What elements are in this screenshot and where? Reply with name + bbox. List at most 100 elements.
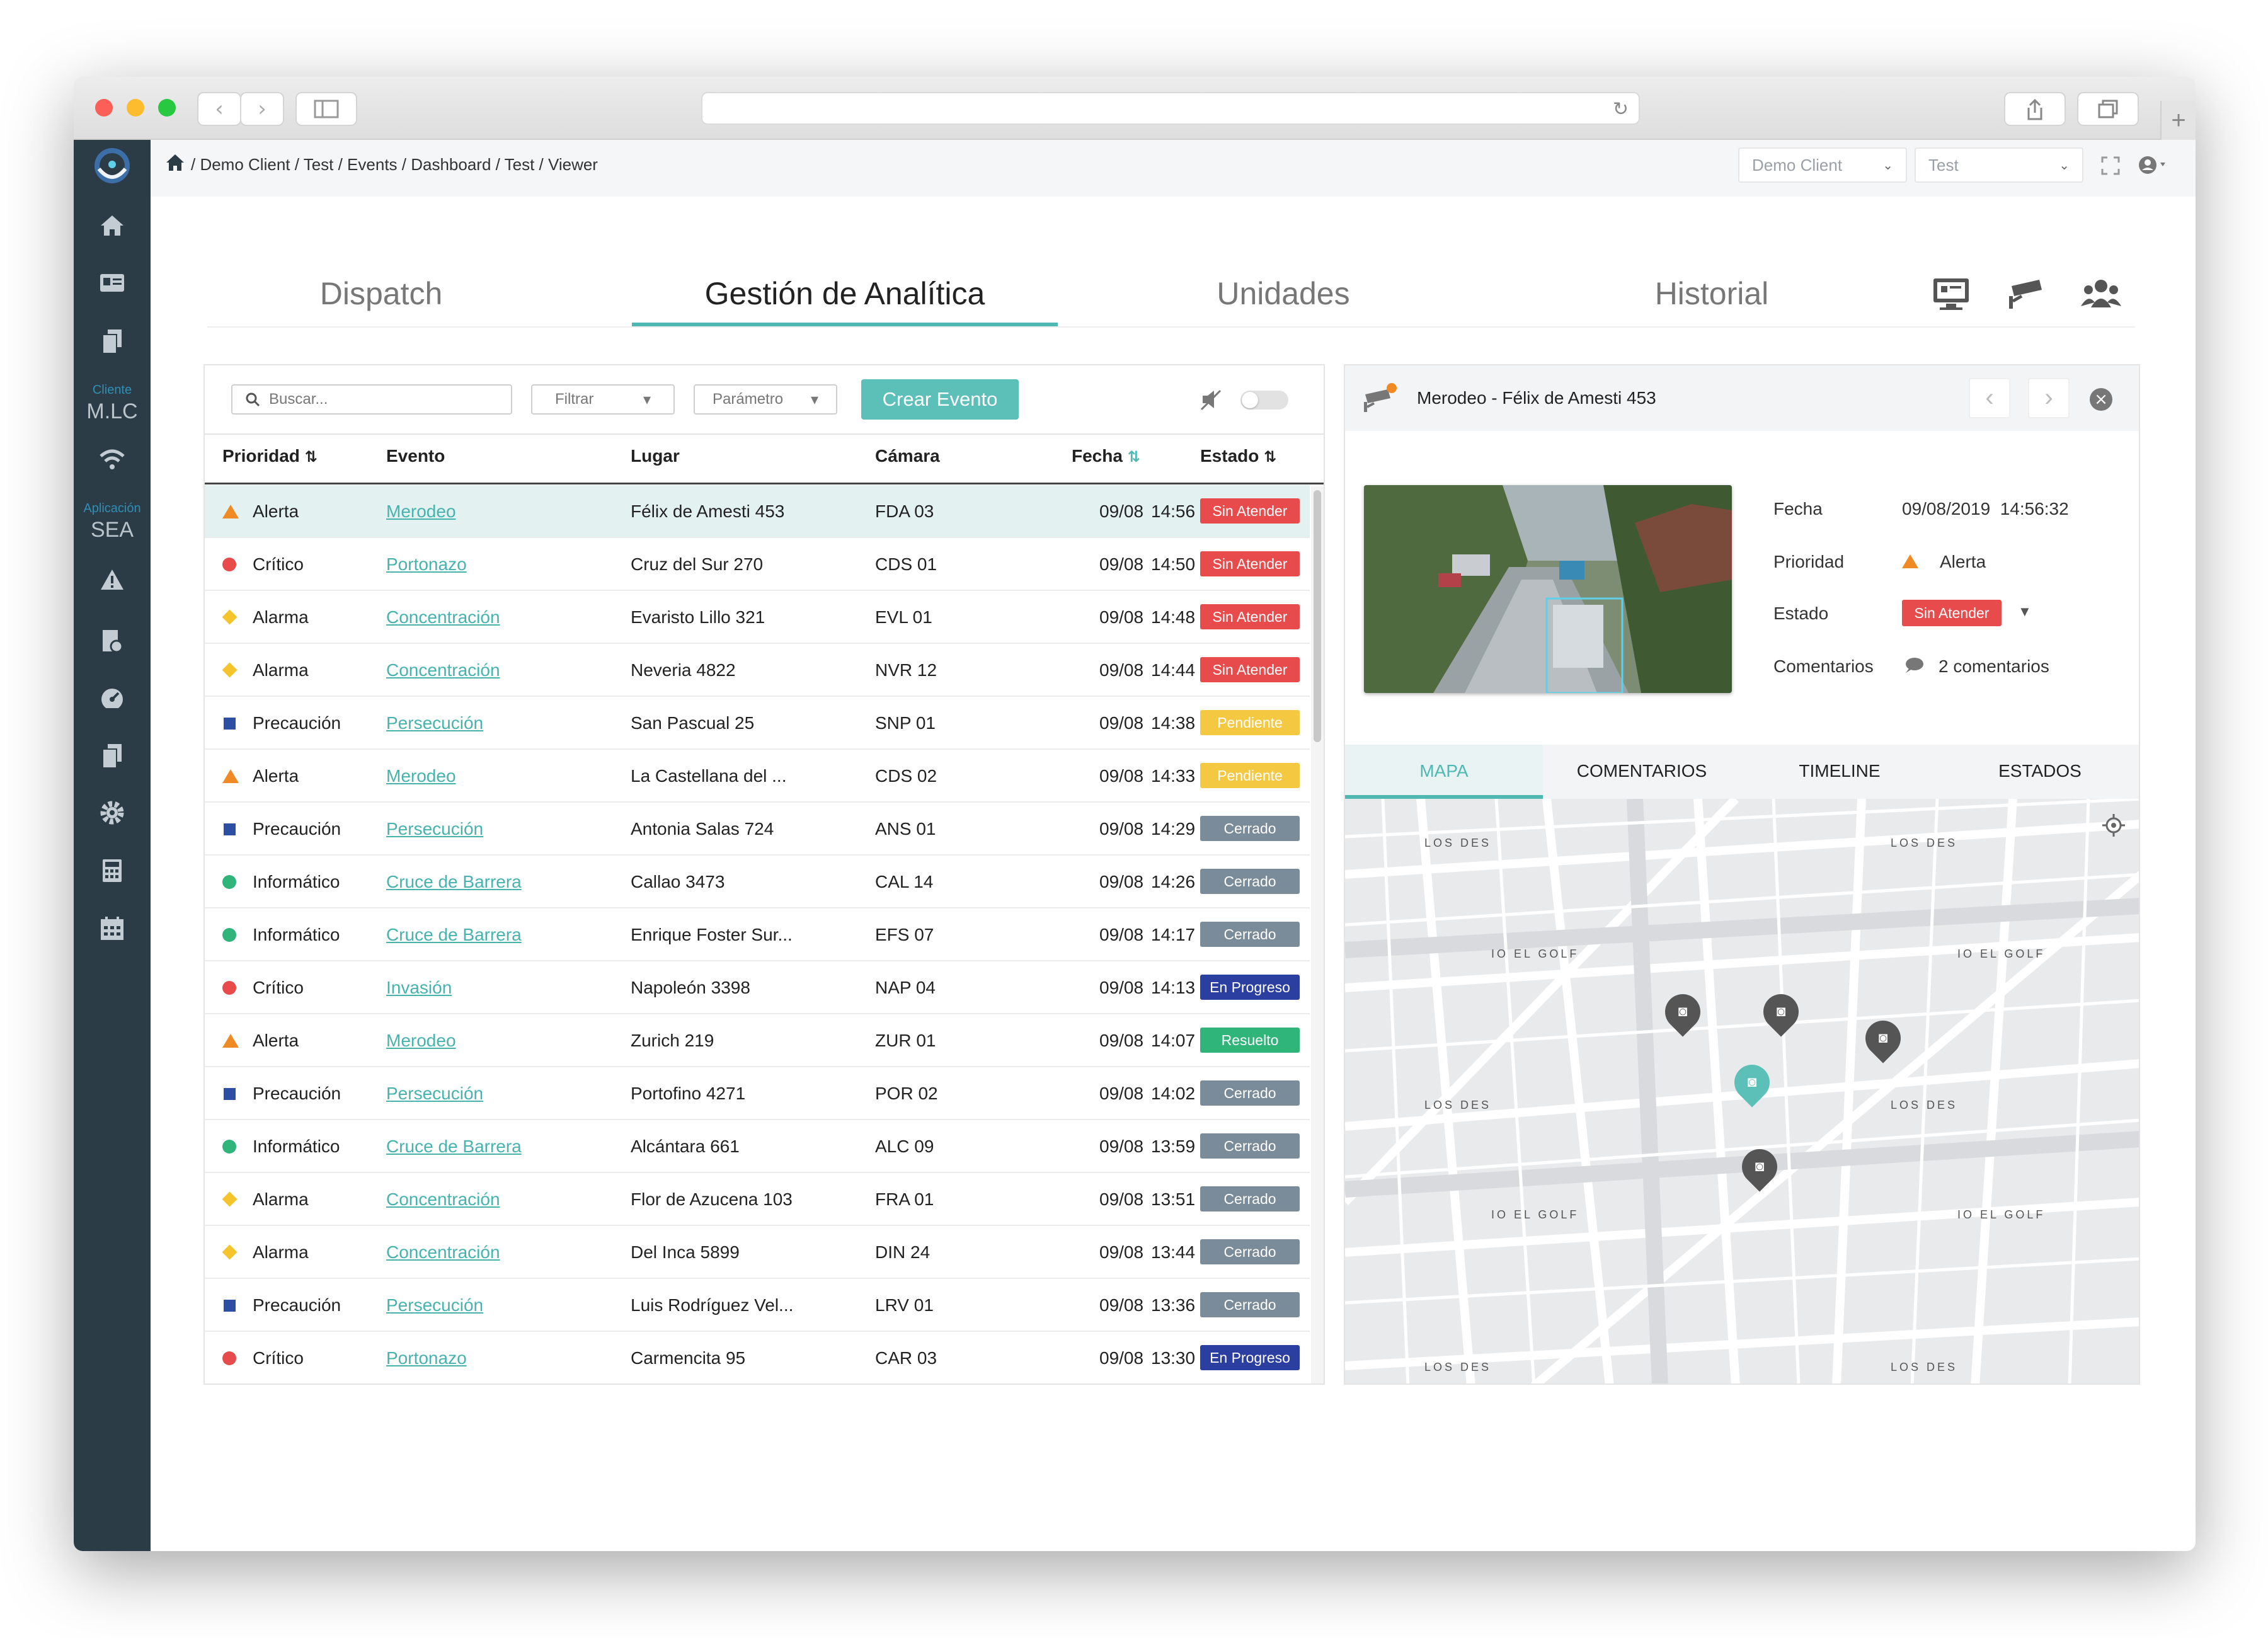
create-event-button[interactable]: Crear Evento (861, 379, 1019, 420)
forward-icon[interactable]: › (240, 92, 284, 126)
table-row[interactable]: Informático Cruce de Barrera Callao 3473 CA… (205, 856, 1310, 908)
cell-evento-link[interactable]: Persecución (386, 697, 483, 750)
cell-evento-link[interactable]: Cruce de Barrera (386, 1120, 522, 1173)
wifi-icon[interactable] (74, 449, 151, 470)
table-row[interactable]: Precaución Persecución Luis Rodríguez Vel.… (205, 1279, 1310, 1332)
cell-evento-link[interactable]: Merodeo (386, 485, 456, 538)
maximize-window-button[interactable] (158, 99, 176, 117)
locate-icon[interactable] (2101, 813, 2126, 838)
table-row[interactable]: Alarma Concentración Evaristo Lillo 321 EVL… (205, 591, 1310, 644)
tab-dispatch[interactable]: Dispatch (268, 275, 495, 312)
col-evento[interactable]: Evento (386, 446, 445, 466)
sound-toggle[interactable] (1240, 391, 1288, 410)
back-icon[interactable]: ‹ (197, 92, 241, 126)
status-badge[interactable]: Sin Atender (1200, 498, 1300, 524)
prev-event-button[interactable]: ‹ (1969, 378, 2010, 418)
comentarios-value[interactable]: 2 comentarios (1939, 656, 2049, 677)
sidebar-toggle-icon[interactable] (295, 92, 357, 126)
reports-icon[interactable] (74, 629, 151, 654)
status-badge[interactable]: Cerrado (1200, 1186, 1300, 1211)
status-badge[interactable]: Resuelto (1200, 1028, 1300, 1053)
col-lugar[interactable]: Lugar (631, 446, 680, 466)
status-badge[interactable]: Pendiente (1200, 763, 1300, 788)
table-row[interactable]: Precaución Persecución Antonia Salas 724 AN… (205, 803, 1310, 856)
minimize-window-button[interactable] (127, 99, 144, 117)
contact-card-icon[interactable] (74, 273, 151, 292)
table-row[interactable]: Alarma Concentración Del Inca 5899 DIN 24 09… (205, 1226, 1310, 1279)
cell-evento-link[interactable]: Cruce de Barrera (386, 856, 522, 908)
col-estado[interactable]: Estado ⇅ (1200, 446, 1276, 466)
search-input[interactable]: Buscar... (231, 384, 512, 415)
status-badge[interactable]: Sin Atender (1200, 657, 1300, 682)
table-row[interactable]: Crítico Portonazo Carmencita 95 CAR 03 09/08… (205, 1332, 1310, 1383)
cell-evento-link[interactable]: Persecución (386, 1279, 483, 1332)
tab-timeline[interactable]: TIMELINE (1741, 745, 1939, 798)
status-badge[interactable]: Cerrado (1200, 816, 1300, 841)
security-camera-icon[interactable] (2007, 277, 2044, 311)
table-row[interactable]: Crítico Portonazo Cruz del Sur 270 CDS 01 09… (205, 538, 1310, 591)
dashboard-gauge-icon[interactable] (74, 687, 151, 708)
new-tab-icon[interactable]: + (2160, 101, 2196, 140)
client-select[interactable]: Demo Client ⌄ (1738, 147, 1907, 183)
table-row[interactable]: Alarma Concentración Flor de Azucena 103 FR… (205, 1173, 1310, 1226)
status-badge[interactable]: Cerrado (1200, 869, 1300, 894)
home-icon[interactable] (166, 154, 185, 173)
table-row[interactable]: Informático Cruce de Barrera Alcántara 661… (205, 1120, 1310, 1173)
map-view[interactable]: LOS DES LOS DES IO EL GOLF IO EL GOLF LO… (1345, 799, 2139, 1383)
cell-evento-link[interactable]: Concentración (386, 591, 500, 644)
monitor-icon[interactable] (1932, 277, 1970, 311)
table-scrollbar[interactable] (1311, 486, 1324, 1383)
url-bar[interactable]: ↻ (701, 92, 1640, 125)
status-badge[interactable]: Sin Atender (1200, 604, 1300, 629)
col-camara[interactable]: Cámara (875, 446, 940, 466)
mute-icon[interactable] (1200, 388, 1223, 411)
table-row[interactable]: Alerta Merodeo La Castellana del ... CDS 02… (205, 750, 1310, 803)
table-row[interactable]: Precaución Persecución Portofino 4271 POR 0… (205, 1067, 1310, 1120)
cell-evento-link[interactable]: Persecución (386, 1067, 483, 1120)
next-event-button[interactable]: › (2028, 378, 2070, 418)
filter-dropdown[interactable]: Filtrar ▾ (531, 384, 675, 415)
table-row[interactable]: Alerta Merodeo Zurich 219 ZUR 01 09/08 14:07 R… (205, 1014, 1310, 1067)
breadcrumb[interactable]: / Demo Client / Test / Events / Dashboar… (191, 155, 598, 175)
close-icon[interactable]: × (2090, 388, 2112, 411)
cell-evento-link[interactable]: Concentración (386, 1226, 500, 1279)
fullscreen-icon[interactable] (2101, 156, 2120, 175)
tab-mapa[interactable]: MAPA (1345, 745, 1543, 798)
tab-historial[interactable]: Historial (1586, 275, 1838, 312)
cell-evento-link[interactable]: Portonazo (386, 538, 467, 591)
pages-icon[interactable] (74, 743, 151, 769)
users-group-icon[interactable] (2081, 277, 2121, 311)
cell-evento-link[interactable]: Merodeo (386, 1014, 456, 1067)
camera-snapshot[interactable] (1364, 485, 1732, 693)
status-badge[interactable]: En Progreso (1200, 1345, 1300, 1370)
table-row[interactable]: Alarma Concentración Neveria 4822 NVR 12 09/… (205, 644, 1310, 697)
home-icon[interactable] (74, 214, 151, 237)
status-badge[interactable]: Cerrado (1200, 1133, 1300, 1159)
estado-badge[interactable]: Sin Atender (1902, 600, 2002, 626)
user-account-icon[interactable] (2138, 155, 2170, 176)
status-badge[interactable]: Cerrado (1200, 1080, 1300, 1106)
tab-gestion-analitica[interactable]: Gestión de Analítica (632, 275, 1058, 312)
cell-evento-link[interactable]: Persecución (386, 803, 483, 856)
table-row[interactable]: Alerta Merodeo Félix de Amesti 453 FDA 03 09… (205, 485, 1310, 538)
tab-unidades[interactable]: Unidades (1157, 275, 1409, 312)
reload-icon[interactable]: ↻ (1613, 98, 1629, 120)
status-badge[interactable]: Cerrado (1200, 1239, 1300, 1264)
cliente-value[interactable]: M.LC (74, 399, 151, 424)
close-window-button[interactable] (95, 99, 113, 117)
cell-evento-link[interactable]: Concentración (386, 1173, 500, 1226)
cell-evento-link[interactable]: Merodeo (386, 750, 456, 803)
tabs-overview-icon[interactable] (2077, 92, 2139, 126)
project-select[interactable]: Test ⌄ (1915, 147, 2083, 183)
cell-evento-link[interactable]: Concentración (386, 644, 500, 697)
warning-icon[interactable] (74, 568, 151, 591)
cell-evento-link[interactable]: Portonazo (386, 1332, 467, 1383)
scrollbar-thumb[interactable] (1314, 490, 1321, 742)
settings-gear-icon[interactable] (74, 800, 151, 825)
status-badge[interactable]: Cerrado (1200, 1292, 1300, 1317)
share-icon[interactable] (2004, 92, 2066, 126)
status-badge[interactable]: Pendiente (1200, 710, 1300, 735)
estado-caret-down-icon[interactable]: ▼ (2018, 604, 2032, 620)
col-prioridad[interactable]: Prioridad ⇅ (222, 446, 318, 466)
cell-evento-link[interactable]: Invasión (386, 961, 452, 1014)
